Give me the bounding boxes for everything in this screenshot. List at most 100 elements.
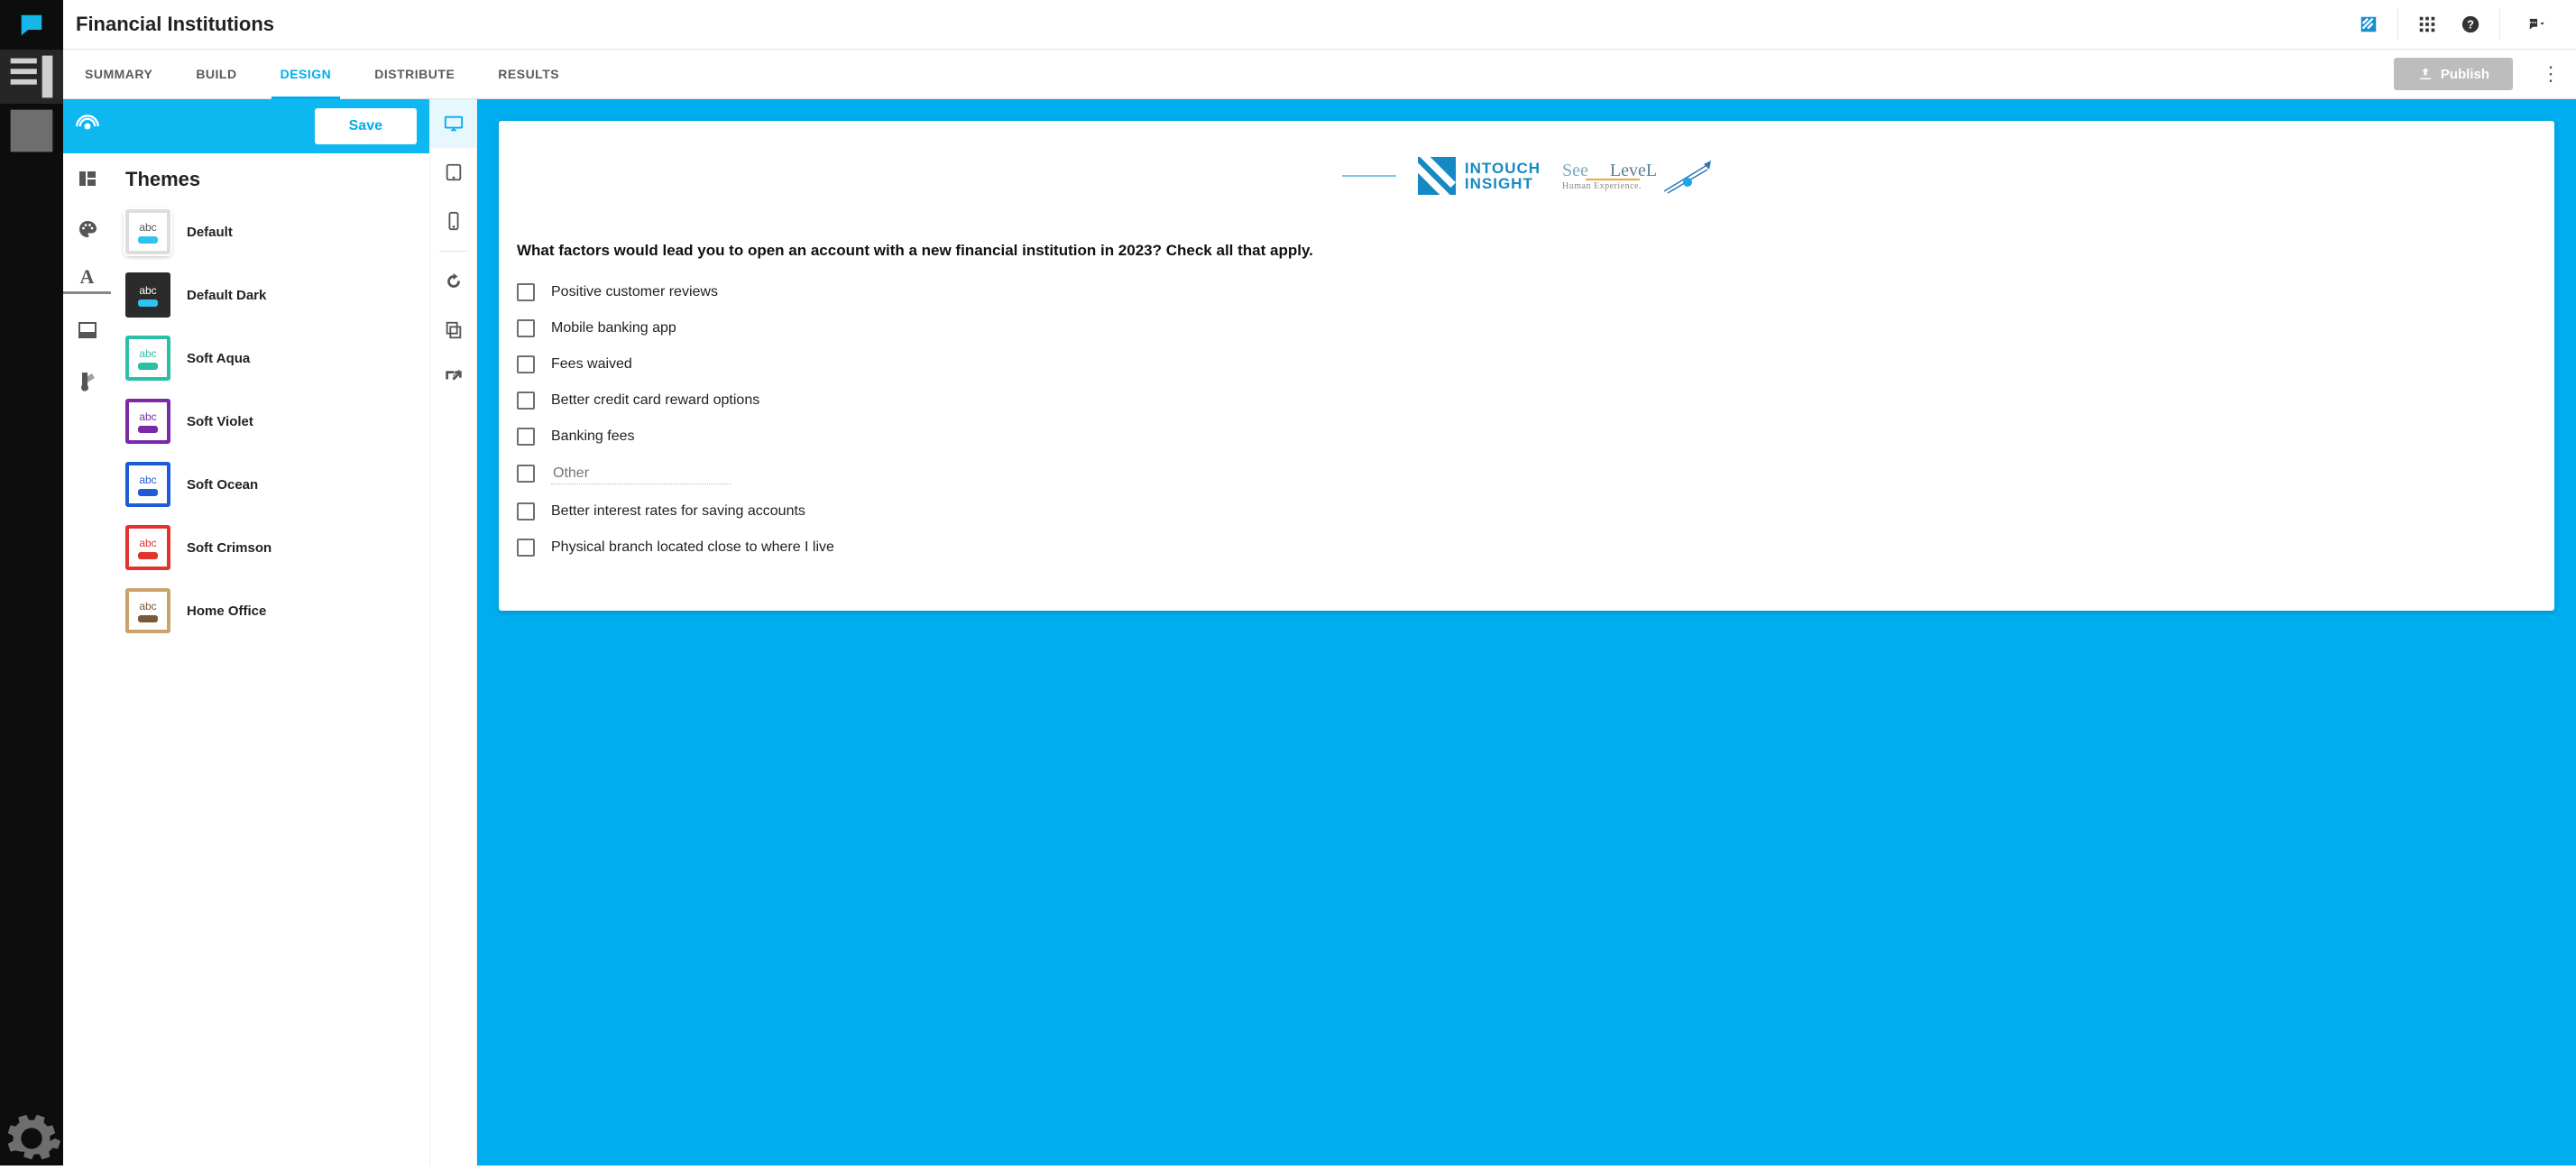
checkbox[interactable] bbox=[517, 502, 535, 521]
checkbox[interactable] bbox=[517, 392, 535, 410]
theme-label: Default Dark bbox=[187, 288, 266, 303]
option-label: Fees waived bbox=[551, 356, 632, 373]
survey-logos: INTOUCH INSIGHT See LeveL Human Experien… bbox=[517, 157, 2536, 195]
option-row-4: Banking fees bbox=[517, 428, 2536, 446]
option-label: Physical branch located close to where I… bbox=[551, 539, 834, 556]
design-tool-rail: A bbox=[63, 99, 111, 1165]
option-row-0: Positive customer reviews bbox=[517, 283, 2536, 301]
theme-label: Soft Crimson bbox=[187, 540, 271, 556]
checkbox[interactable] bbox=[517, 355, 535, 373]
theme-soft-crimson[interactable]: abc Soft Crimson bbox=[125, 516, 420, 579]
publish-label: Publish bbox=[2441, 67, 2489, 82]
option-row-3: Better credit card reward options bbox=[517, 392, 2536, 410]
themes-heading: Themes bbox=[125, 168, 420, 191]
account-menu[interactable] bbox=[2507, 8, 2563, 41]
device-desktop[interactable] bbox=[429, 99, 477, 148]
tablet-icon bbox=[444, 162, 464, 182]
checkbox-other[interactable] bbox=[517, 465, 535, 483]
option-row-1: Mobile banking app bbox=[517, 319, 2536, 337]
theme-label: Soft Aqua bbox=[187, 351, 250, 366]
tab-build[interactable]: BUILD bbox=[187, 50, 245, 98]
checkbox[interactable] bbox=[517, 319, 535, 337]
device-phone[interactable] bbox=[429, 197, 477, 245]
brand-icon[interactable] bbox=[2347, 8, 2390, 41]
device-open-external[interactable] bbox=[429, 355, 477, 403]
help-icon[interactable]: ? bbox=[2449, 8, 2492, 41]
checkbox[interactable] bbox=[517, 283, 535, 301]
top-header: Financial Institutions ? bbox=[63, 0, 2576, 50]
option-label: Better interest rates for saving account… bbox=[551, 503, 805, 520]
checkbox[interactable] bbox=[517, 539, 535, 557]
theme-soft-ocean[interactable]: abc Soft Ocean bbox=[125, 453, 420, 516]
save-button[interactable]: Save bbox=[315, 108, 417, 144]
broadcast-icon bbox=[75, 114, 100, 139]
theme-soft-aqua[interactable]: abc Soft Aqua bbox=[125, 327, 420, 390]
reload-icon bbox=[444, 272, 464, 291]
tab-bar: SUMMARY BUILD DESIGN DISTRIBUTE RESULTS Publ… bbox=[63, 50, 2576, 99]
tab-results[interactable]: RESULTS bbox=[489, 50, 568, 98]
palette-icon bbox=[77, 218, 98, 240]
device-copy[interactable] bbox=[429, 306, 477, 355]
survey-question: What factors would lead you to open an a… bbox=[517, 240, 2536, 262]
device-reload[interactable] bbox=[429, 257, 477, 306]
theme-soft-violet[interactable]: abc Soft Violet bbox=[125, 390, 420, 453]
option-row-2: Fees waived bbox=[517, 355, 2536, 373]
option-row-other bbox=[517, 464, 2536, 484]
device-tablet[interactable] bbox=[429, 148, 477, 197]
nav-library[interactable] bbox=[0, 50, 63, 104]
theme-label: Soft Violet bbox=[187, 414, 253, 429]
logo-seelevel: See LeveL Human Experience. bbox=[1562, 161, 1711, 191]
theme-thumb: abc bbox=[125, 525, 170, 570]
logo-intouch: INTOUCH INSIGHT bbox=[1418, 157, 1541, 195]
desktop-icon bbox=[444, 114, 464, 134]
app-logo[interactable] bbox=[0, 0, 63, 50]
theme-thumb: abc bbox=[125, 462, 170, 507]
swatch-icon bbox=[77, 370, 98, 392]
theme-thumb: abc bbox=[125, 272, 170, 318]
theme-label: Soft Ocean bbox=[187, 477, 258, 493]
option-label: Banking fees bbox=[551, 428, 635, 445]
tool-font[interactable]: A bbox=[63, 265, 111, 294]
tool-footer[interactable] bbox=[63, 305, 111, 355]
theme-thumb: abc bbox=[125, 209, 170, 254]
tab-distribute[interactable]: DISTRIBUTE bbox=[365, 50, 464, 98]
layout-icon bbox=[77, 168, 98, 189]
other-input[interactable] bbox=[551, 464, 731, 484]
more-menu[interactable]: ⋮ bbox=[2538, 62, 2563, 86]
option-label: Better credit card reward options bbox=[551, 392, 759, 409]
nav-settings[interactable] bbox=[0, 1111, 63, 1165]
upload-icon bbox=[2417, 66, 2433, 82]
tab-design[interactable]: DESIGN bbox=[271, 50, 341, 98]
tool-layout[interactable] bbox=[63, 153, 111, 204]
theme-default-dark[interactable]: abc Default Dark bbox=[125, 263, 420, 327]
page-title: Financial Institutions bbox=[76, 13, 274, 36]
copy-icon bbox=[444, 320, 464, 340]
theme-label: Home Office bbox=[187, 603, 266, 619]
theme-default[interactable]: abc Default bbox=[125, 200, 420, 263]
checkbox[interactable] bbox=[517, 428, 535, 446]
footer-icon bbox=[77, 319, 98, 341]
nav-contacts[interactable] bbox=[0, 104, 63, 158]
theme-thumb: abc bbox=[125, 336, 170, 381]
option-tail-row-1: Physical branch located close to where I… bbox=[517, 539, 2536, 557]
phone-icon bbox=[444, 211, 464, 231]
theme-panel: Save Themes abcDefaultabcDefault Darkabc… bbox=[111, 99, 429, 1165]
preview-canvas: INTOUCH INSIGHT See LeveL Human Experien… bbox=[477, 99, 2576, 1165]
option-label: Positive customer reviews bbox=[551, 284, 718, 300]
publish-button[interactable]: Publish bbox=[2394, 58, 2513, 90]
theme-label: Default bbox=[187, 225, 233, 240]
option-tail-row-0: Better interest rates for saving account… bbox=[517, 502, 2536, 521]
tool-scope[interactable] bbox=[63, 99, 111, 153]
theme-thumb: abc bbox=[125, 399, 170, 444]
tool-style[interactable] bbox=[63, 355, 111, 406]
device-rail bbox=[429, 99, 477, 1165]
theme-thumb: abc bbox=[125, 588, 170, 633]
global-nav bbox=[0, 0, 63, 1165]
tool-palette[interactable] bbox=[63, 204, 111, 254]
theme-home-office[interactable]: abc Home Office bbox=[125, 579, 420, 642]
svg-text:?: ? bbox=[2467, 18, 2474, 32]
option-label: Mobile banking app bbox=[551, 320, 676, 336]
apps-icon[interactable] bbox=[2406, 8, 2449, 41]
tab-summary[interactable]: SUMMARY bbox=[76, 50, 161, 98]
survey-card: INTOUCH INSIGHT See LeveL Human Experien… bbox=[499, 121, 2554, 611]
